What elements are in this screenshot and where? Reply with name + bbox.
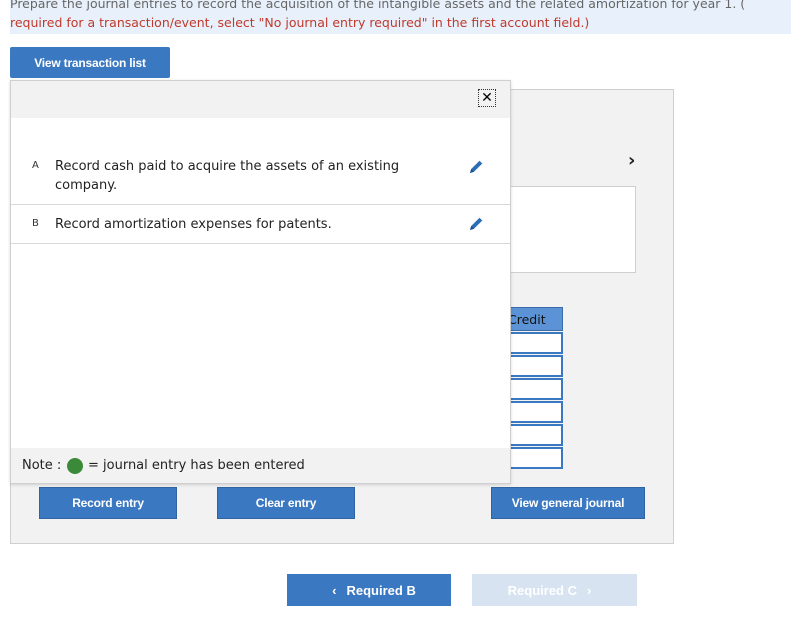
note-label: Note : (22, 458, 62, 473)
instructions-line-1: Prepare the journal entries to record th… (10, 0, 746, 11)
view-transaction-list-button[interactable]: View transaction list (10, 47, 170, 78)
clear-entry-button[interactable]: Clear entry (217, 487, 355, 519)
instructions-text: Prepare the journal entries to record th… (10, 0, 791, 32)
credit-input-row-5[interactable] (505, 424, 563, 446)
transaction-description: Record cash paid to acquire the assets o… (55, 159, 400, 193)
edit-pencil-icon[interactable] (467, 158, 485, 176)
credit-input-row-1[interactable] (505, 332, 563, 354)
popup-header (11, 81, 510, 118)
record-entry-button[interactable]: Record entry (39, 487, 177, 519)
credit-input-row-6[interactable] (505, 447, 563, 469)
edit-pencil-icon[interactable] (467, 215, 485, 233)
transaction-description: Record amortization expenses for patents… (55, 217, 332, 232)
transaction-letter: B (32, 218, 39, 229)
chevron-right-icon: › (587, 582, 592, 598)
transaction-row-a[interactable]: A Record cash paid to acquire the assets… (11, 118, 510, 205)
view-general-journal-button[interactable]: View general journal (491, 487, 645, 519)
transaction-row-b[interactable]: B Record amortization expenses for paten… (11, 205, 510, 244)
next-transaction-chevron-icon[interactable]: › (628, 150, 635, 171)
previous-required-label: Required B (346, 582, 416, 598)
legend-note: Note : = journal entry has been entered (11, 448, 510, 483)
previous-required-button[interactable]: ‹ Required B (287, 574, 451, 606)
credit-input-row-2[interactable] (505, 355, 563, 377)
instructions-line-2: required for a transaction/event, select… (10, 15, 590, 30)
note-text: = journal entry has been entered (88, 458, 305, 473)
credit-column-header: Credit (505, 307, 563, 331)
transaction-letter: A (32, 160, 39, 171)
next-required-button: Required C › (472, 574, 637, 606)
credit-input-row-3[interactable] (505, 378, 563, 400)
next-required-label: Required C (507, 582, 577, 598)
journal-description-box (500, 186, 636, 273)
credit-input-row-4[interactable] (505, 401, 563, 423)
entered-status-dot-icon (67, 458, 83, 474)
transaction-list-popup: ✕ A Record cash paid to acquire the asse… (10, 80, 511, 484)
chevron-left-icon: ‹ (332, 582, 337, 598)
close-icon[interactable]: ✕ (478, 89, 496, 107)
